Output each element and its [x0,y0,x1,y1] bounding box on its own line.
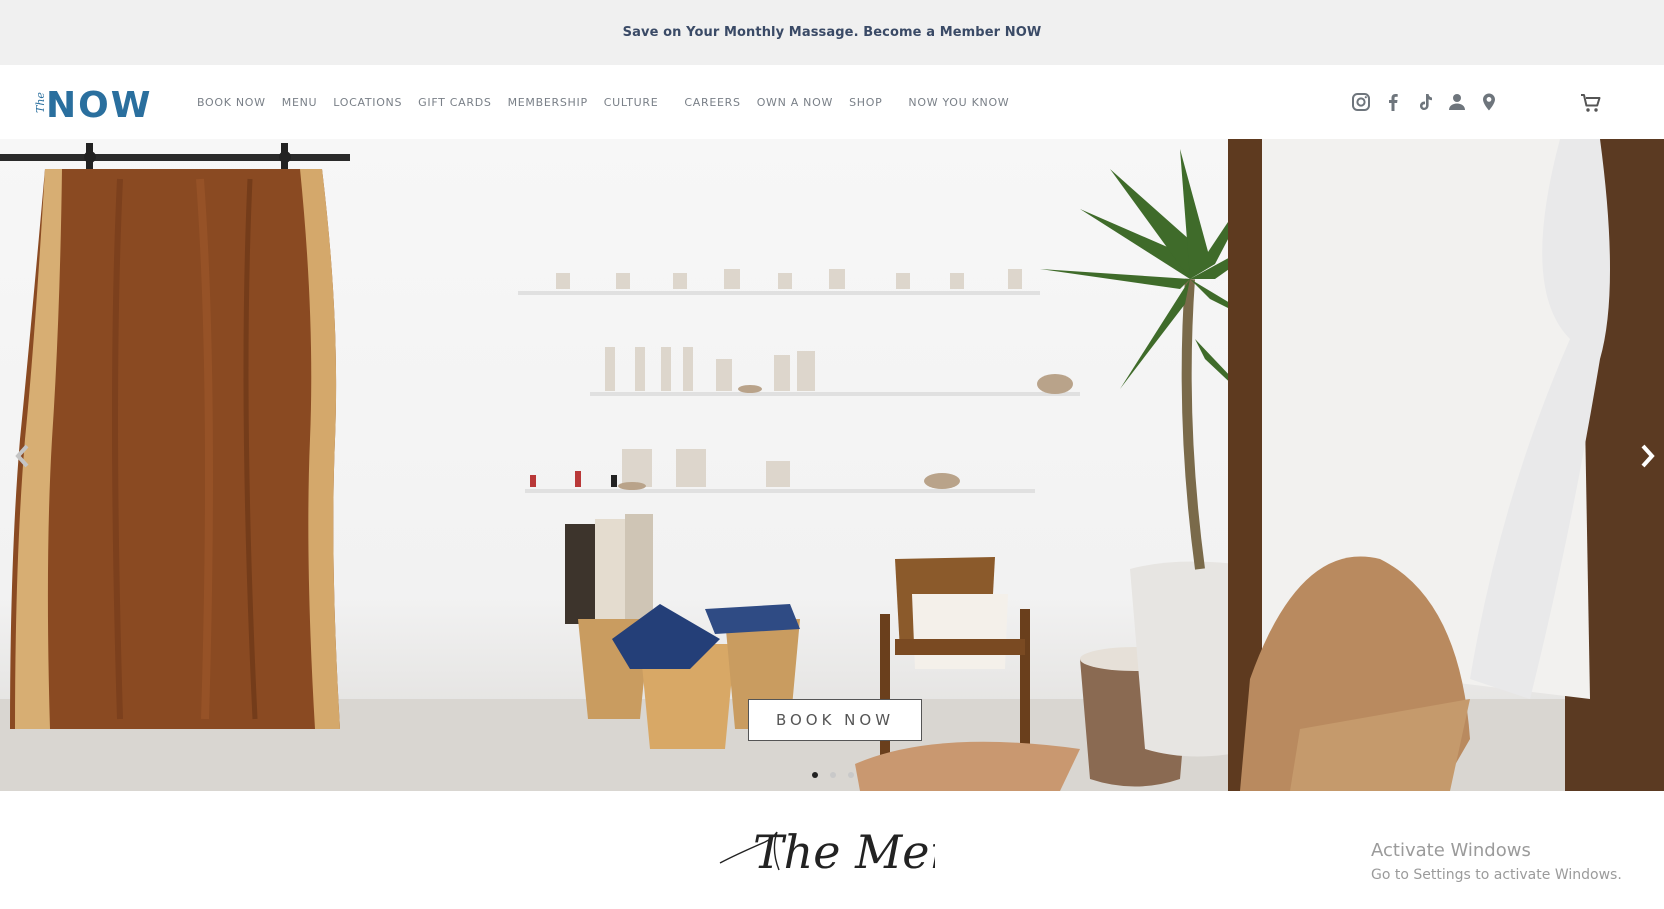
chevron-right-icon [1641,444,1655,468]
tiktok-icon[interactable] [1414,91,1436,113]
announcement-link[interactable]: Save on Your Monthly Massage. Become a M… [623,25,1042,40]
slider-dot-2[interactable] [830,772,836,778]
slider-dot-3[interactable] [848,772,854,778]
instagram-icon[interactable] [1350,91,1372,113]
hero-book-now-button[interactable]: BOOK NOW [748,699,922,741]
nav-gift-cards[interactable]: GIFT CARDS [418,96,491,109]
nav-careers[interactable]: CAREERS [684,96,740,109]
nav-own-a-now[interactable]: OWN A NOW [757,96,833,109]
account-icon[interactable] [1446,91,1468,113]
section-heading: The Menu [719,825,935,879]
svg-text:The Menu: The Menu [753,825,935,879]
social-links [1350,91,1510,113]
nav-locations[interactable]: LOCATIONS [333,96,402,109]
nav-culture[interactable]: CULTURE [604,96,659,109]
windows-activation-watermark: Activate Windows Go to Settings to activ… [1371,840,1622,883]
svg-text:NOW: NOW [46,85,152,121]
location-pin-icon[interactable] [1478,91,1500,113]
nav-menu[interactable]: MENU [282,96,318,109]
facebook-icon[interactable] [1382,91,1404,113]
nav-book-now[interactable]: BOOK NOW [197,96,266,109]
main-nav: BOOK NOW MENU LOCATIONS GIFT CARDS MEMBE… [197,65,1025,139]
nav-now-you-know[interactable]: NOW YOU KNOW [908,96,1009,109]
hero-slider: BOOK NOW [0,139,1664,791]
cart-icon[interactable] [1579,91,1603,115]
site-header: The NOW BOOK NOW MENU LOCATIONS GIFT CAR… [0,65,1664,166]
chevron-left-icon [15,444,29,468]
watermark-title: Activate Windows [1371,840,1531,861]
slider-pagination [812,772,866,778]
watermark-subtitle: Go to Settings to activate Windows. [1371,867,1622,883]
slider-next-button[interactable] [1632,441,1662,471]
slider-dot-1[interactable] [812,772,818,778]
nav-shop[interactable]: SHOP [849,96,882,109]
nav-membership[interactable]: MEMBERSHIP [508,96,588,109]
slider-prev-button[interactable] [8,441,38,471]
hero-image [0,139,1664,791]
brand-logo[interactable]: The NOW [28,85,164,121]
announcement-bar: Save on Your Monthly Massage. Become a M… [0,0,1664,65]
